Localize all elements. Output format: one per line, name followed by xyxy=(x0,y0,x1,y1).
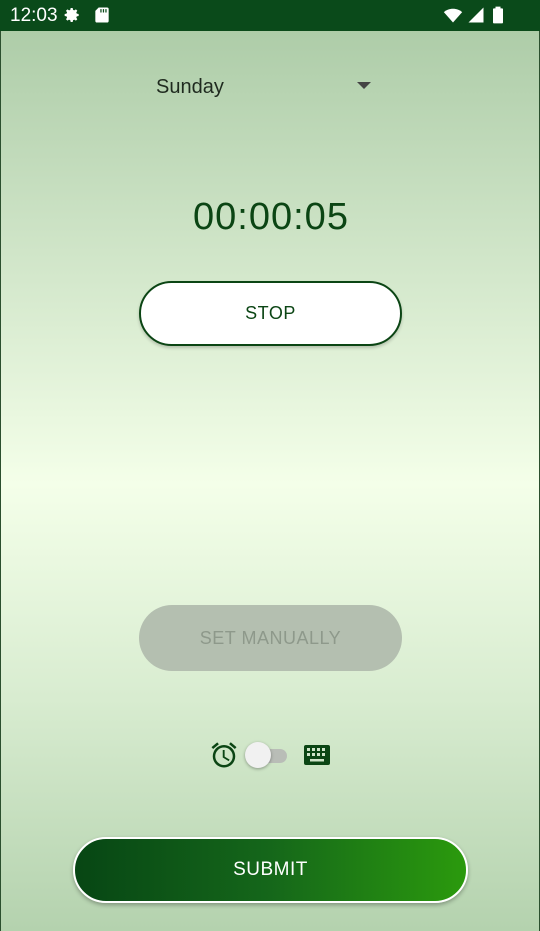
wifi-icon xyxy=(443,8,463,23)
main-content: Sunday 00:00:05 STOP SET MANUALLY SUBMIT xyxy=(0,31,540,931)
mode-switch[interactable] xyxy=(245,742,295,768)
sd-card-icon xyxy=(95,7,109,23)
stop-button[interactable]: STOP xyxy=(139,281,402,346)
status-time: 12:03 xyxy=(10,5,58,26)
cell-signal-icon xyxy=(468,7,484,23)
input-mode-toggle-row xyxy=(209,738,333,772)
status-bar: 12:03 xyxy=(0,0,540,31)
elapsed-timer: 00:00:05 xyxy=(193,196,349,238)
submit-button[interactable]: SUBMIT xyxy=(73,837,468,903)
alarm-clock-icon xyxy=(211,742,237,768)
battery-icon xyxy=(493,6,503,24)
keyboard-icon xyxy=(304,745,330,765)
day-dropdown-value: Sunday xyxy=(156,75,224,98)
switch-thumb xyxy=(245,742,271,768)
set-manually-button[interactable]: SET MANUALLY xyxy=(139,605,402,671)
settings-gear-icon xyxy=(64,8,79,23)
day-dropdown[interactable]: Sunday xyxy=(151,67,379,107)
dropdown-arrow-icon xyxy=(357,82,371,89)
